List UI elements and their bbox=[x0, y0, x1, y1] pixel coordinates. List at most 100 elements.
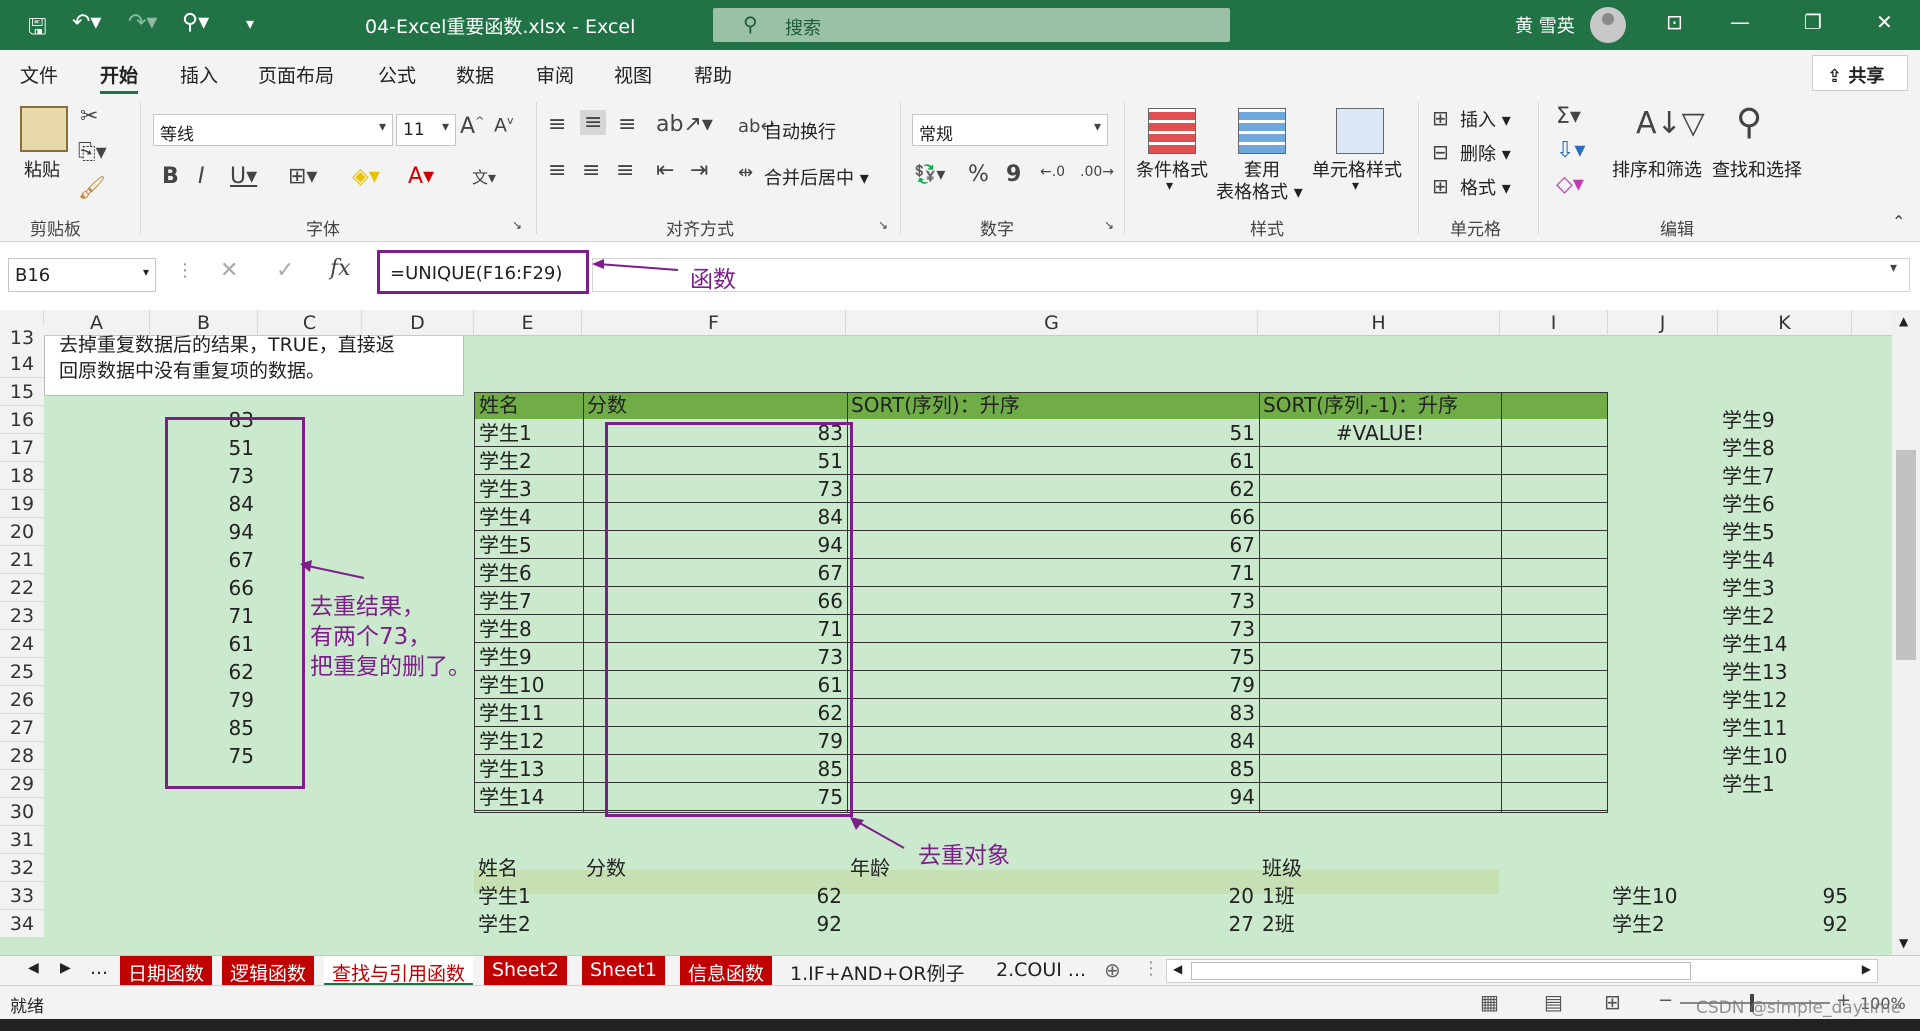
row-header[interactable]: 16 bbox=[0, 406, 44, 434]
table-cell[interactable]: 1班 bbox=[1258, 882, 1458, 910]
table-cell[interactable]: 班级 bbox=[1258, 854, 1458, 882]
column-header[interactable]: H bbox=[1258, 310, 1500, 336]
tab-insert[interactable]: 插入 bbox=[180, 61, 218, 88]
table-header-cell[interactable]: 姓名 bbox=[475, 391, 583, 419]
decrease-indent-icon[interactable]: ⇤ bbox=[656, 158, 674, 183]
list-item[interactable]: 学生10 bbox=[1718, 742, 1852, 770]
enter-icon[interactable]: ✓ bbox=[276, 258, 294, 283]
row-header[interactable]: 21 bbox=[0, 546, 44, 574]
font-name-combo[interactable]: 等线 ▾ bbox=[153, 114, 393, 146]
table-header-cell[interactable]: SORT(序列,-1)：升序 bbox=[1259, 391, 1501, 419]
page-break-view-icon[interactable]: ⊞ bbox=[1604, 990, 1621, 1014]
row-header[interactable]: 19 bbox=[0, 490, 44, 518]
table-cell[interactable]: 62 bbox=[582, 882, 846, 910]
page-layout-view-icon[interactable]: ▤ bbox=[1544, 990, 1563, 1014]
row-header[interactable]: 31 bbox=[0, 826, 44, 854]
table-cell[interactable]: 年龄 bbox=[846, 854, 1046, 882]
zoom-out-icon[interactable]: − bbox=[1658, 990, 1673, 1011]
row-header[interactable]: 25 bbox=[0, 658, 44, 686]
tab-review[interactable]: 审阅 bbox=[536, 61, 574, 88]
row-header[interactable]: 15 bbox=[0, 378, 44, 406]
tab-file[interactable]: 文件 bbox=[20, 61, 58, 88]
table-cell[interactable]: 79 bbox=[847, 671, 1259, 699]
table-cell[interactable]: 84 bbox=[847, 727, 1259, 755]
tab-scroll-right-icon[interactable]: ▶ bbox=[60, 960, 71, 976]
chevron-down-icon[interactable]: ▾ bbox=[1352, 178, 1359, 194]
hscroll-left-icon[interactable]: ◀ bbox=[1173, 962, 1182, 976]
wrap-text-button[interactable]: 自动换行 bbox=[764, 118, 836, 144]
minimize-icon[interactable]: — bbox=[1730, 10, 1750, 34]
sheet-tab-date[interactable]: 日期函数 bbox=[120, 956, 213, 986]
table-cell[interactable]: 71 bbox=[847, 559, 1259, 587]
list-item[interactable]: 学生4 bbox=[1718, 546, 1852, 574]
comma-icon[interactable]: 9 bbox=[1006, 162, 1021, 187]
table-cell[interactable]: 学生11 bbox=[475, 699, 583, 727]
redo-icon[interactable]: ↷▾ bbox=[128, 10, 157, 35]
tab-view[interactable]: 视图 bbox=[614, 61, 652, 88]
currency-icon[interactable]: 💱▾ bbox=[914, 164, 945, 185]
row-header[interactable]: 23 bbox=[0, 602, 44, 630]
table-cell[interactable]: 学生3 bbox=[475, 475, 583, 503]
phonetic-icon[interactable]: 文▾ bbox=[472, 164, 496, 188]
list-item[interactable]: 学生14 bbox=[1718, 630, 1852, 658]
more-tabs-icon[interactable]: … bbox=[90, 958, 108, 979]
number-dialog-launcher-icon[interactable]: ↘ bbox=[1104, 218, 1114, 232]
list-item[interactable]: 学生8 bbox=[1718, 434, 1852, 462]
normal-view-icon[interactable]: ▦ bbox=[1480, 990, 1499, 1014]
table-cell[interactable]: 学生10 bbox=[475, 671, 583, 699]
avatar[interactable] bbox=[1590, 7, 1626, 43]
sheet-tab-sheet2[interactable]: Sheet2 bbox=[484, 956, 568, 986]
user-name[interactable]: 黄 雪英 bbox=[1515, 12, 1575, 38]
sheet-tab-logic[interactable]: 逻辑函数 bbox=[222, 956, 315, 986]
table-cell[interactable]: 20 bbox=[846, 882, 1258, 910]
tab-scroll-left-icon[interactable]: ◀ bbox=[28, 960, 39, 976]
sheet-tab-lookup[interactable]: 查找与引用函数 bbox=[324, 956, 474, 986]
list-item[interactable]: 学生5 bbox=[1718, 518, 1852, 546]
align-bottom-icon[interactable]: ≡ bbox=[618, 112, 636, 137]
column-header[interactable]: K bbox=[1718, 310, 1852, 336]
table-cell[interactable]: 62 bbox=[847, 475, 1259, 503]
merge-center-button[interactable]: 合并后居中 ▾ bbox=[764, 164, 869, 190]
column-header[interactable]: G bbox=[846, 310, 1258, 336]
row-header[interactable]: 30 bbox=[0, 798, 44, 826]
list-item[interactable]: 学生3 bbox=[1718, 574, 1852, 602]
table-cell[interactable]: 学生13 bbox=[475, 755, 583, 783]
worksheet-grid[interactable]: ABCDEFGHIJK 13 14 15 16 17 18 19 20 21 22 23 24 25 26… bbox=[0, 310, 1892, 955]
clear-icon[interactable]: ◇▾ bbox=[1556, 172, 1584, 197]
delete-cells-icon[interactable]: ⊟ bbox=[1432, 140, 1449, 164]
save-icon[interactable]: 🖫 bbox=[28, 10, 47, 48]
column-header[interactable]: F bbox=[582, 310, 846, 336]
row-header[interactable]: 26 bbox=[0, 686, 44, 714]
underline-icon[interactable]: U▾ bbox=[230, 164, 257, 189]
table-cell[interactable]: 73 bbox=[847, 615, 1259, 643]
tab-help[interactable]: 帮助 bbox=[694, 61, 732, 88]
table-cell[interactable]: 学生6 bbox=[475, 559, 583, 587]
hscroll-thumb[interactable] bbox=[1191, 962, 1691, 980]
row-header[interactable]: 28 bbox=[0, 742, 44, 770]
table-cell[interactable]: 73 bbox=[847, 587, 1259, 615]
table-cell[interactable]: 85 bbox=[847, 755, 1259, 783]
ribbon-display-icon[interactable]: ⊡ bbox=[1666, 10, 1683, 34]
table-cell[interactable]: 学生14 bbox=[475, 783, 583, 811]
align-middle-icon[interactable]: ≡ bbox=[580, 110, 607, 135]
sheet-tab-countif[interactable]: 2.COUI ... bbox=[988, 956, 1094, 986]
customize-qa-icon[interactable]: ▾ bbox=[246, 14, 254, 33]
row-header[interactable]: 32 bbox=[0, 854, 44, 882]
share-button[interactable]: ⇪ 共享 bbox=[1812, 55, 1908, 91]
list-item[interactable]: 学生1 bbox=[1718, 770, 1852, 798]
table-cell[interactable]: 学生2 bbox=[474, 910, 582, 938]
scroll-up-icon[interactable]: ▲ bbox=[1899, 314, 1908, 328]
sheet-tab-sheet1[interactable]: Sheet1 bbox=[582, 956, 666, 986]
font-color-icon[interactable]: A▾ bbox=[408, 164, 434, 189]
row-header[interactable]: 33 bbox=[0, 882, 44, 910]
table-cell[interactable]: 95 bbox=[1718, 882, 1852, 910]
column-header[interactable]: E bbox=[474, 310, 582, 336]
cancel-icon[interactable]: ✕ bbox=[220, 258, 238, 283]
name-box[interactable]: B16 ▾ bbox=[8, 258, 156, 292]
orientation-icon[interactable]: ab↗▾ bbox=[656, 112, 713, 137]
font-size-combo[interactable]: 11 ▾ bbox=[396, 114, 456, 146]
search-box[interactable]: ⚲ 搜索 bbox=[713, 8, 1230, 42]
table-cell[interactable]: 学生4 bbox=[475, 503, 583, 531]
table-cell[interactable]: 学生5 bbox=[475, 531, 583, 559]
align-top-icon[interactable]: ≡ bbox=[548, 112, 566, 137]
